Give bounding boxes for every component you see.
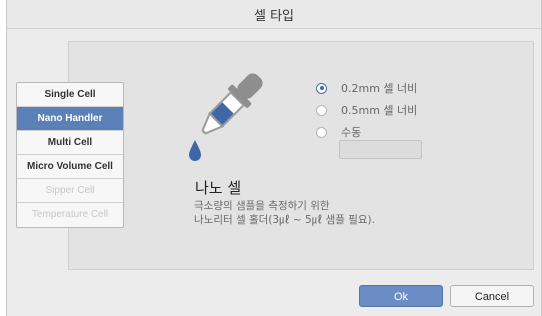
option-0-2mm[interactable]: 0.2mm 셀 너비 [316, 78, 417, 98]
title-bar: 셀 타입 [7, 0, 541, 29]
ok-button[interactable]: Ok [359, 285, 443, 307]
dropper-icon [189, 73, 263, 161]
radio-button[interactable] [316, 104, 327, 116]
cell-type-nano-handler[interactable]: Nano Handler [17, 107, 123, 131]
radio-label: 수동 [341, 126, 362, 139]
dialog-title: 셀 타입 [253, 9, 294, 24]
cell-type-sipper-cell: Sipper Cell [17, 179, 123, 203]
radio-label: 0.2mm 셀 너비 [341, 82, 418, 95]
cell-type-temperature-cell: Temperature Cell [31, 209, 109, 220]
cell-description: 극소량의 샘플을 측정하기 위한 나노리터 셀 홀더(3㎕ ~ 5㎕ 샘플 필요… [194, 199, 375, 227]
radio-button[interactable] [316, 126, 327, 138]
description-line-1: 극소량의 샘플을 측정하기 위한 [194, 200, 330, 212]
cell-width-options: 0.2mm 셀 너비 0.5mm 셀 너비 수동 [316, 78, 417, 144]
cell-name-heading: 나노 셀 [195, 179, 242, 197]
cancel-button[interactable]: Cancel [450, 285, 534, 307]
option-0-5mm[interactable]: 0.5mm 셀 너비 [316, 100, 417, 120]
cell-type-multi-cell[interactable]: Multi Cell [17, 131, 123, 155]
description-line-2: 나노리터 셀 홀더(3㎕ ~ 5㎕ 샘플 필요). [194, 214, 375, 226]
option-manual[interactable]: 수동 [316, 122, 417, 142]
cell-type-list: Single Cell Nano Handler Multi Cell Micr… [16, 82, 124, 228]
radio-label: 0.5mm 셀 너비 [341, 104, 418, 117]
content-panel [68, 41, 534, 270]
manual-width-input [339, 140, 422, 159]
radio-button[interactable] [316, 82, 327, 94]
cell-type-micro-volume-cell[interactable]: Micro Volume Cell [17, 155, 123, 179]
cell-type-single-cell[interactable]: Single Cell [17, 83, 123, 107]
